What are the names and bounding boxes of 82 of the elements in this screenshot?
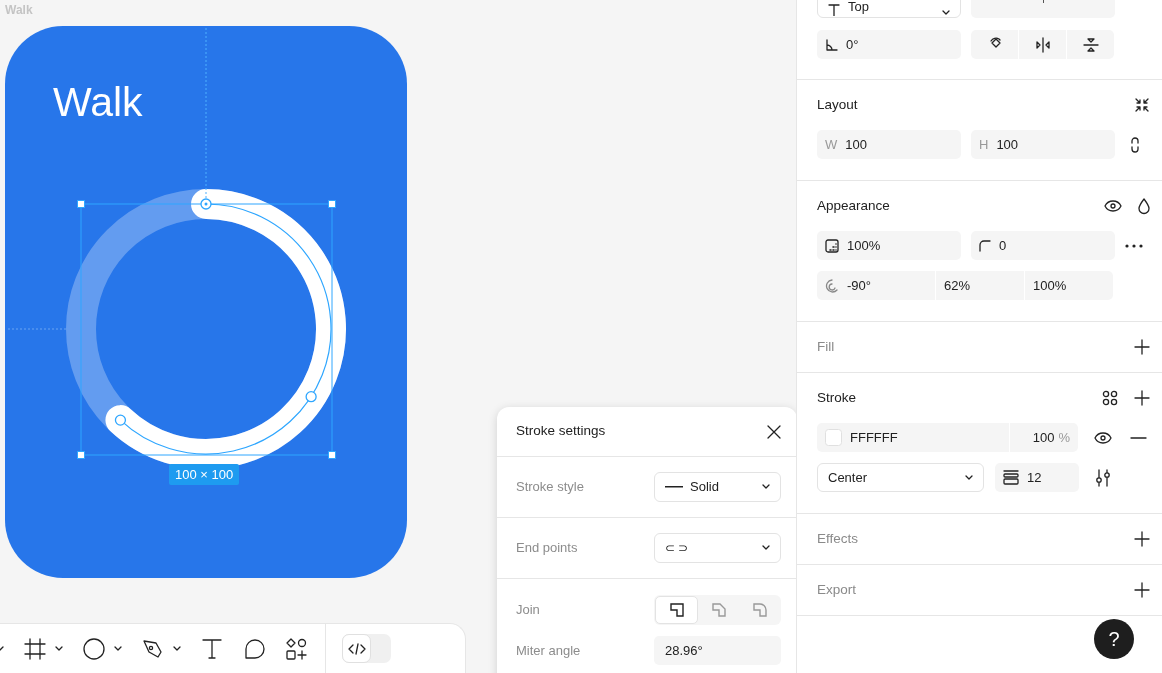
stroke-style-label: Stroke style <box>516 478 585 497</box>
miter-join-icon <box>668 602 685 618</box>
pen-tool-icon[interactable] <box>142 637 164 660</box>
caret-icon <box>965 474 973 481</box>
section-title: Layout <box>817 95 859 114</box>
miter-angle-label: Miter angle <box>516 641 582 660</box>
dev-mode-toggle[interactable] <box>342 634 391 663</box>
flip-horizontal-button[interactable] <box>1019 30 1066 59</box>
add-icon[interactable] <box>1134 390 1150 406</box>
size-label: 100 × 100 <box>169 464 240 485</box>
color-swatch[interactable] <box>825 429 842 446</box>
adjust-icon[interactable] <box>1095 469 1111 488</box>
width-label: W <box>825 135 838 154</box>
section-title: Effects <box>817 529 860 548</box>
rotate-button[interactable] <box>971 30 1018 59</box>
caret-icon <box>762 484 770 490</box>
arc-handles[interactable] <box>114 198 332 455</box>
section-title: Export <box>817 580 858 599</box>
end-points-label: End points <box>516 539 579 558</box>
collapse-icon[interactable] <box>1134 97 1150 113</box>
close-icon <box>767 424 781 439</box>
add-icon[interactable] <box>1134 582 1150 598</box>
add-icon[interactable] <box>1134 339 1150 355</box>
stroke-position-dropdown[interactable]: Center <box>817 463 984 492</box>
code-icon <box>347 641 366 656</box>
flip-vertical-icon <box>1082 36 1099 53</box>
shapes-icon[interactable] <box>285 637 307 660</box>
stroke-opacity-field[interactable]: 100 % <box>1010 423 1078 452</box>
opacity-field[interactable]: 100% <box>817 231 961 260</box>
link-icon <box>1130 135 1140 154</box>
opacity-icon <box>825 238 839 253</box>
height-label: H <box>979 135 989 154</box>
card-title: Walk <box>53 82 143 123</box>
caret-icon[interactable] <box>55 645 63 652</box>
caret-icon <box>942 10 950 16</box>
miter-angle-field[interactable]: 28.96° <box>654 636 781 665</box>
stroke-weight-icon <box>1003 470 1019 485</box>
help-button[interactable]: ? <box>1094 619 1134 659</box>
flip-horizontal-icon <box>1034 36 1051 53</box>
arc-start-field[interactable]: -90° <box>817 271 935 300</box>
corner-radius-field[interactable]: 0 <box>971 231 1115 260</box>
caret-icon <box>762 545 770 551</box>
width-field[interactable]: W 100 <box>817 130 961 159</box>
section-title: Fill <box>817 337 836 356</box>
comment-tool-icon[interactable] <box>243 637 265 660</box>
corner-radius-icon <box>979 239 991 252</box>
text-tool-icon[interactable] <box>201 637 223 660</box>
eye-icon[interactable] <box>1094 430 1112 447</box>
percent-label: % <box>1058 428 1070 447</box>
stroke-color-field[interactable]: FFFFFF <box>817 423 1009 452</box>
stroke-style-dropdown[interactable]: Solid <box>654 472 781 502</box>
round-join-icon <box>751 602 768 618</box>
end-points-dropdown[interactable]: ⊂ ⊃ <box>654 533 781 563</box>
guide-line <box>7 328 67 330</box>
join-button[interactable] <box>655 596 698 624</box>
arc-ratio-field[interactable]: 100% <box>1025 271 1113 300</box>
caret-icon[interactable] <box>173 645 181 652</box>
section-title: Appearance <box>817 196 891 215</box>
vertical-align-dropdown[interactable]: Top <box>817 0 961 18</box>
drop-icon[interactable] <box>1138 197 1150 215</box>
add-icon[interactable] <box>1134 531 1150 547</box>
arc-sweep-field[interactable]: 62% <box>936 271 1024 300</box>
more-icon[interactable] <box>1125 242 1143 249</box>
frame-tool-icon[interactable] <box>24 637 46 660</box>
close-button[interactable] <box>767 424 781 439</box>
bevel-join-icon <box>710 602 727 618</box>
rotation-field[interactable]: 0° <box>817 30 961 59</box>
flip-vertical-button[interactable] <box>1067 30 1114 59</box>
stroke-weight-field[interactable]: 12 <box>995 463 1079 492</box>
ellipse-tool-icon[interactable] <box>83 637 105 660</box>
constrain-proportions-button[interactable] <box>1130 135 1140 154</box>
solid-line-icon <box>665 486 683 488</box>
section-title: Stroke <box>817 388 858 407</box>
styles-icon[interactable] <box>1102 390 1118 406</box>
arc-icon <box>825 278 839 293</box>
angle-icon <box>825 38 838 51</box>
popup-title: Stroke settings <box>516 422 607 441</box>
caret-icon[interactable] <box>114 645 122 652</box>
join-label: Join <box>516 601 541 620</box>
align-top-icon <box>828 4 840 16</box>
height-field[interactable]: H 100 <box>971 130 1115 159</box>
eye-icon[interactable] <box>1104 198 1122 214</box>
